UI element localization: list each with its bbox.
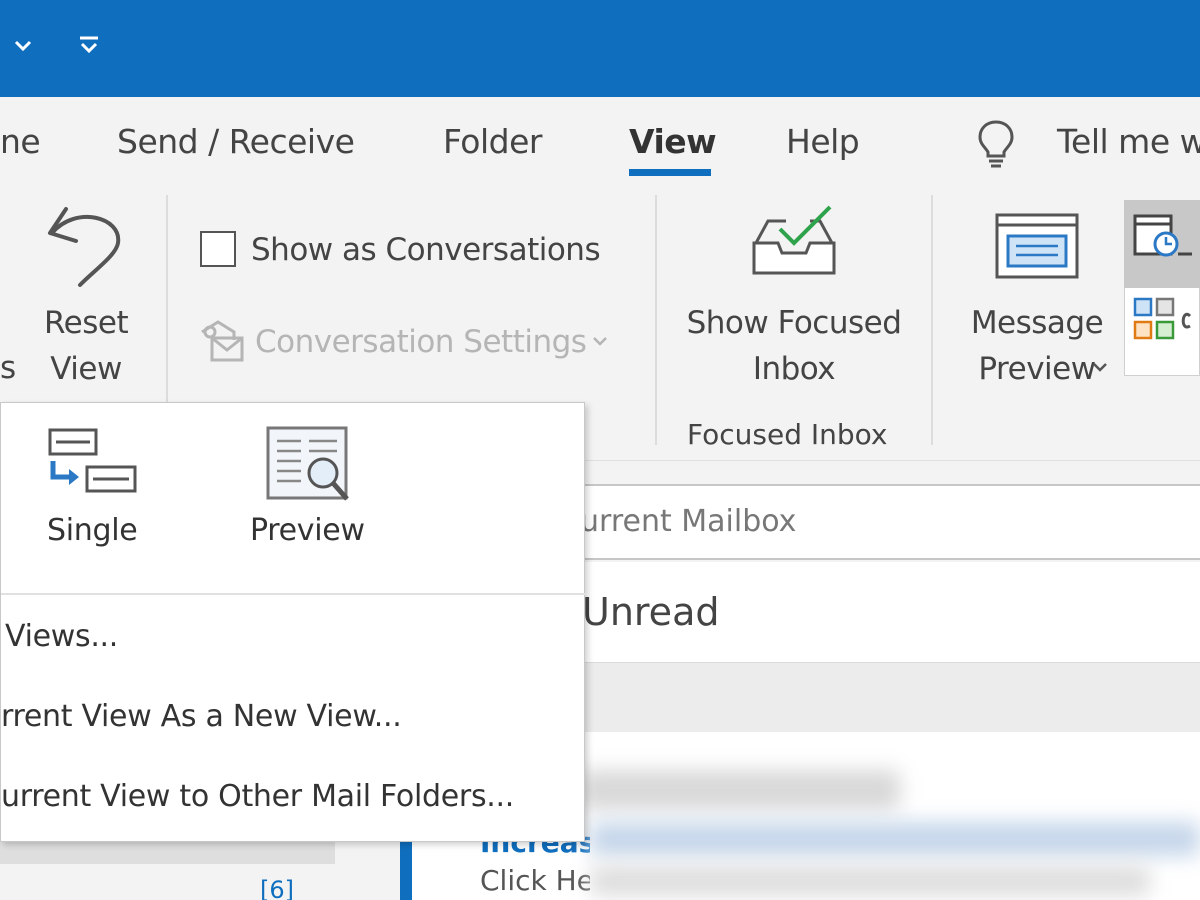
search-placeholder: urrent Mailbox <box>580 504 797 539</box>
single-view-icon <box>47 427 139 502</box>
message-preview-icon <box>994 212 1080 285</box>
blurred-preview <box>590 866 1150 896</box>
message-preview-text: Click He <box>480 864 590 897</box>
reset-view-label-line1: Reset <box>44 305 129 341</box>
ribbon-separator <box>166 195 168 405</box>
unread-count-badge: [6] <box>260 876 294 900</box>
categories-grid-icon <box>1132 296 1192 351</box>
focused-inbox-group-label: Focused Inbox <box>687 418 888 451</box>
blurred-subject <box>590 822 1200 856</box>
preview-view-icon <box>265 425 353 512</box>
manage-views-item[interactable]: Views... <box>5 619 118 654</box>
undo-arrow-icon <box>46 203 126 294</box>
folder-item-selected[interactable] <box>0 840 335 864</box>
message-preview-label-line1: Message <box>970 305 1104 341</box>
tab-home[interactable]: ne <box>0 122 41 161</box>
chevron-down-icon <box>592 334 608 352</box>
customize-quick-access-icon[interactable] <box>72 28 106 64</box>
message-preview-label-line2: Preview <box>978 351 1096 387</box>
active-tab-indicator <box>629 169 711 176</box>
reset-view-button[interactable]: Reset View <box>44 300 129 392</box>
show-focused-inbox-label-line1: Show Focused <box>686 305 902 341</box>
tab-folder[interactable]: Folder <box>443 122 542 161</box>
show-as-conversations-checkbox[interactable] <box>200 231 236 267</box>
tab-send-receive[interactable]: Send / Receive <box>117 122 355 161</box>
conversation-settings-button[interactable]: Conversation Settings <box>255 319 587 365</box>
show-focused-inbox-button[interactable]: Show Focused Inbox <box>684 300 904 392</box>
reset-view-label-line2: View <box>50 351 122 387</box>
blurred-sender <box>580 770 900 810</box>
chevron-down-icon[interactable] <box>6 28 40 64</box>
show-focused-inbox-label-line2: Inbox <box>752 351 836 387</box>
show-as-conversations-label[interactable]: Show as Conversations <box>251 227 601 273</box>
save-current-view-item[interactable]: rrent View As a New View... <box>1 699 402 734</box>
calendar-clock-icon <box>1132 210 1192 265</box>
tab-help[interactable]: Help <box>786 122 860 161</box>
view-option-preview[interactable]: Preview <box>250 513 365 548</box>
change-view-dropdown: Single Preview Views... rrent View As a … <box>0 402 586 842</box>
chevron-down-icon <box>1092 360 1108 378</box>
conversation-settings-icon <box>198 318 246 369</box>
group-header <box>560 662 1200 732</box>
lightbulb-icon[interactable] <box>975 118 1017 173</box>
partial-ribbon-label: s <box>0 350 16 386</box>
tab-view[interactable]: View <box>629 122 717 161</box>
tell-me-search[interactable]: Tell me w <box>1057 122 1200 161</box>
focused-inbox-icon <box>750 203 838 284</box>
apply-view-to-folders-item[interactable]: urrent View to Other Mail Folders... <box>1 779 514 814</box>
title-bar <box>0 0 1200 97</box>
ribbon-separator <box>931 195 933 445</box>
dropdown-divider <box>1 593 586 595</box>
ribbon-separator <box>655 195 657 445</box>
filter-unread[interactable]: Unread <box>582 590 719 634</box>
message-preview-button[interactable]: Message Preview <box>962 300 1112 392</box>
view-option-single[interactable]: Single <box>47 513 138 548</box>
